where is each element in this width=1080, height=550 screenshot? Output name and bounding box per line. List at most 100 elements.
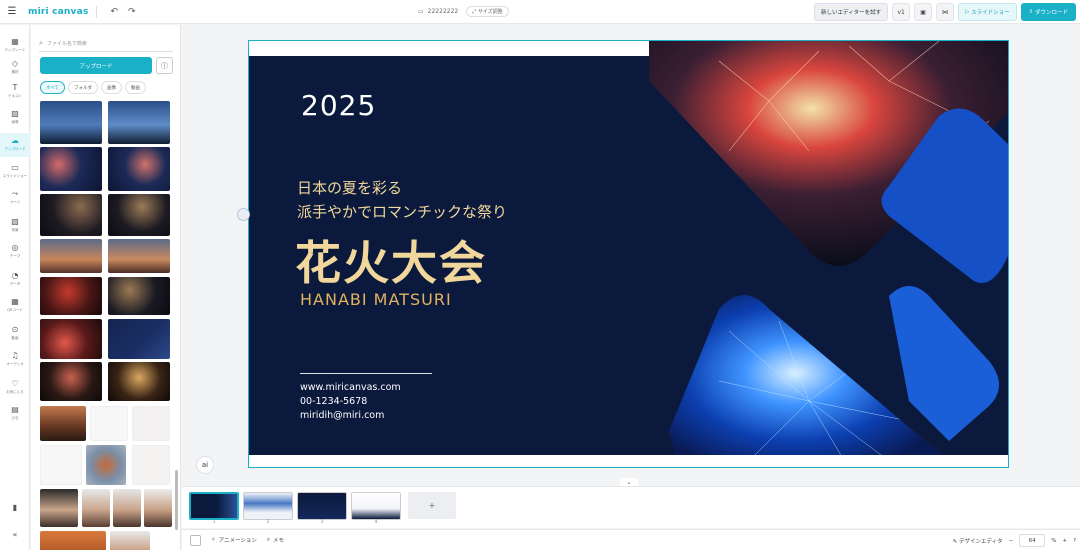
slide-website[interactable]: www.miricanvas.com bbox=[300, 382, 401, 393]
version-button[interactable]: v1 bbox=[892, 3, 911, 21]
upload-thumbnail[interactable] bbox=[40, 194, 102, 236]
page-thumbnail-3[interactable] bbox=[297, 492, 347, 520]
rail-item-qr[interactable]: ▦ QRコード bbox=[0, 297, 30, 313]
rail-item-audio[interactable]: ♫ オーディオ bbox=[0, 351, 30, 367]
left-rail: ▦ テンプレート ◇ 素材 T テキスト ▨ 画像 ☁ アップロード ▭ スライドショー ⤳… bbox=[0, 25, 30, 550]
rail-item-elements[interactable]: ◇ 素材 bbox=[0, 59, 30, 75]
slide-title[interactable]: 花火大会 bbox=[295, 227, 487, 293]
upload-thumbnail[interactable] bbox=[40, 531, 106, 550]
rail-item-text[interactable]: T テキスト bbox=[0, 83, 30, 99]
upload-button[interactable]: アップロード bbox=[40, 57, 152, 74]
page-thumbnail-2[interactable] bbox=[243, 492, 293, 520]
redo-icon[interactable]: ↷ bbox=[128, 7, 136, 17]
upload-thumbnail[interactable] bbox=[113, 489, 141, 527]
slide-divider-line[interactable] bbox=[300, 373, 432, 374]
upload-thumbnail[interactable] bbox=[144, 489, 172, 527]
panel-scrollbar[interactable] bbox=[175, 470, 178, 530]
upload-thumbnail[interactable] bbox=[132, 445, 170, 485]
page-number: 4 bbox=[374, 520, 378, 525]
animation-button[interactable]: ✧ アニメーション bbox=[211, 536, 257, 544]
filter-video[interactable]: 動画 bbox=[125, 81, 147, 94]
rail-item-template[interactable]: ▦ テンプレート bbox=[0, 37, 30, 53]
slide-tagline-2[interactable]: 派手やかでロマンチックな祭り bbox=[297, 201, 507, 222]
collapse-rail-icon[interactable]: « bbox=[0, 530, 30, 540]
rail-item-doc[interactable]: ▤ ひな bbox=[0, 405, 30, 421]
upload-thumbnail[interactable] bbox=[110, 531, 150, 550]
upload-thumbnail[interactable] bbox=[108, 147, 170, 191]
upload-thumbnail[interactable] bbox=[40, 277, 102, 315]
upload-thumbnail[interactable] bbox=[108, 194, 170, 236]
slide-email[interactable]: miridih@miri.com bbox=[300, 410, 384, 421]
upload-thumbnail[interactable] bbox=[40, 239, 102, 273]
rail-item-image[interactable]: ▨ 画像 bbox=[0, 109, 30, 125]
filter-image[interactable]: 画像 bbox=[101, 81, 123, 94]
hamburger-menu-icon[interactable]: ☰ bbox=[0, 6, 24, 17]
zoom-value: 64 bbox=[1028, 537, 1036, 544]
add-page-button[interactable]: + bbox=[408, 492, 456, 519]
resize-button[interactable]: ⤢ サイズ調整 bbox=[466, 6, 509, 17]
resize-handle[interactable] bbox=[237, 208, 250, 221]
upload-thumbnail[interactable] bbox=[40, 445, 82, 485]
slide-year[interactable]: 2025 bbox=[301, 89, 376, 122]
undo-icon[interactable]: ↶ bbox=[110, 7, 118, 17]
upload-thumbnail[interactable] bbox=[40, 101, 102, 144]
rail-item-upload[interactable]: ☁ アップロード bbox=[0, 133, 30, 157]
rail-item-slideshow[interactable]: ▭ スライドショー bbox=[0, 163, 30, 179]
rail-label: 画像 bbox=[11, 120, 19, 124]
document-name[interactable]: 22222222 bbox=[428, 8, 459, 15]
help-icon[interactable]: ? bbox=[1073, 538, 1076, 544]
upload-thumbnail[interactable] bbox=[108, 319, 170, 359]
new-editor-button[interactable]: 新しいエディターを試す bbox=[814, 3, 889, 21]
memo-button[interactable]: ⌕ メモ bbox=[267, 536, 284, 545]
book-icon[interactable]: ▮ bbox=[0, 503, 30, 513]
chevron-down-icon[interactable]: ⌄ bbox=[620, 478, 638, 486]
upload-thumbnail[interactable] bbox=[40, 362, 102, 401]
filter-all[interactable]: すべて bbox=[40, 81, 66, 94]
upload-thumbnail[interactable] bbox=[40, 319, 102, 359]
upload-thumbnail[interactable] bbox=[86, 445, 126, 485]
page-thumbnail-4[interactable] bbox=[351, 492, 401, 520]
ai-assistant-icon[interactable]: ai bbox=[196, 456, 214, 474]
rail-label: 素材 bbox=[11, 70, 19, 74]
search-input[interactable]: ファイル名で検索 bbox=[47, 40, 87, 47]
design-editor-button[interactable]: ✎ デザインエディタ bbox=[953, 537, 1003, 545]
rail-item-video[interactable]: ⊙ 動画 bbox=[0, 325, 30, 341]
save-icon[interactable]: ▣ bbox=[914, 3, 933, 21]
theme-icon: ◎ bbox=[11, 243, 19, 252]
rail-item-theme[interactable]: ◎ テーマ bbox=[0, 243, 30, 259]
upload-thumbnail[interactable] bbox=[108, 101, 170, 144]
page-thumbnail-1[interactable] bbox=[189, 492, 239, 520]
select-all-checkbox[interactable] bbox=[190, 534, 201, 546]
rail-item-page[interactable]: ⤳ ページ bbox=[0, 189, 30, 205]
zoom-unit: % bbox=[1051, 537, 1057, 544]
search-field[interactable]: ⌕ ファイル名で検索 bbox=[39, 36, 173, 52]
upload-thumbnail[interactable] bbox=[40, 489, 78, 527]
upload-thumbnail[interactable] bbox=[108, 239, 170, 273]
page-icon: ⤳ bbox=[11, 189, 19, 198]
info-icon[interactable]: ⓘ bbox=[156, 57, 173, 74]
filter-folder[interactable]: フォルダ bbox=[68, 81, 99, 94]
upload-thumbnail[interactable] bbox=[40, 406, 86, 441]
slide-subtitle[interactable]: HANABI MATSURI bbox=[300, 290, 452, 309]
rail-item-favorites[interactable]: ♡ お気に入り bbox=[0, 379, 30, 395]
app-logo[interactable]: miri canvas bbox=[28, 7, 88, 17]
upload-thumbnail[interactable] bbox=[82, 489, 110, 527]
download-button[interactable]: ⇩ ダウンロード bbox=[1020, 3, 1076, 21]
upload-thumbnail[interactable] bbox=[90, 406, 128, 441]
slide-tagline-1[interactable]: 日本の夏を彩る bbox=[297, 177, 402, 198]
upload-thumbnail[interactable] bbox=[108, 362, 170, 401]
folder-icon[interactable]: ▭ bbox=[418, 8, 424, 15]
rail-item-background[interactable]: ▧ 背景 bbox=[0, 217, 30, 233]
zoom-out-icon[interactable]: − bbox=[1009, 538, 1014, 544]
upload-thumbnail[interactable] bbox=[108, 277, 170, 315]
slideshow-button[interactable]: ▷ スライドショー bbox=[958, 3, 1017, 21]
doc-icon: ▤ bbox=[11, 405, 19, 414]
slide-canvas[interactable]: 2025 日本の夏を彩る 派手やかでロマンチックな祭り 花火大会 HANABI … bbox=[248, 40, 1009, 468]
share-icon[interactable]: ⋈ bbox=[936, 3, 955, 21]
zoom-level-input[interactable]: 64 bbox=[1019, 534, 1046, 547]
upload-thumbnail[interactable] bbox=[40, 147, 102, 191]
zoom-in-icon[interactable]: + bbox=[1062, 538, 1067, 544]
rail-item-data[interactable]: ◔ データ bbox=[0, 271, 30, 287]
slide-phone[interactable]: 00-1234-5678 bbox=[300, 396, 367, 407]
upload-thumbnail[interactable] bbox=[132, 406, 170, 441]
